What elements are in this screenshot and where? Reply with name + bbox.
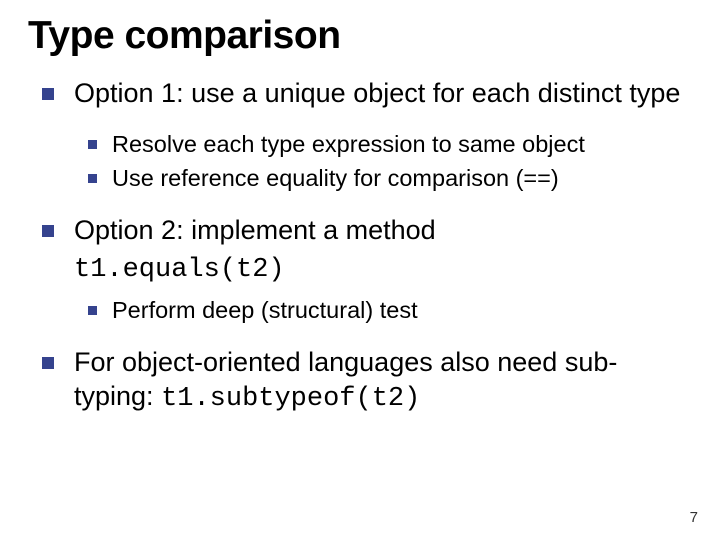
level1-item: Option 2: implement a method xyxy=(28,213,692,248)
item-text: Resolve each type expression to same obj… xyxy=(112,131,585,157)
square-bullet-icon xyxy=(88,174,97,183)
list-item: Option 2: implement a method t1.equals(t… xyxy=(28,213,692,327)
level1-item: For object-oriented languages also need … xyxy=(28,345,692,417)
square-bullet-icon xyxy=(42,88,54,100)
level2-item: Resolve each type expression to same obj… xyxy=(28,129,692,161)
square-bullet-icon xyxy=(42,225,54,237)
code-text: t1.equals(t2) xyxy=(74,255,285,285)
item-text: Use reference equality for comparison (=… xyxy=(112,165,559,191)
square-bullet-icon xyxy=(42,357,54,369)
page-number: 7 xyxy=(690,509,698,526)
list-item: For object-oriented languages also need … xyxy=(28,345,692,417)
item-text: Option 1: use a unique object for each d… xyxy=(74,78,680,108)
slide: Type comparison Option 1: use a unique o… xyxy=(0,0,720,540)
level1-item: Option 1: use a unique object for each d… xyxy=(28,76,692,111)
code-text: t1.subtypeof(t2) xyxy=(161,384,420,414)
item-text: Option 2: implement a method xyxy=(74,215,436,245)
square-bullet-icon xyxy=(88,140,97,149)
list-item: Option 1: use a unique object for each d… xyxy=(28,76,692,195)
item-text: Perform deep (structural) test xyxy=(112,297,418,323)
bullet-list: Option 1: use a unique object for each d… xyxy=(28,76,692,417)
level1-code-line: t1.equals(t2) xyxy=(28,250,692,288)
square-bullet-icon xyxy=(88,306,97,315)
slide-title: Type comparison xyxy=(28,14,692,58)
level2-item: Use reference equality for comparison (=… xyxy=(28,163,692,195)
level2-item: Perform deep (structural) test xyxy=(28,295,692,327)
